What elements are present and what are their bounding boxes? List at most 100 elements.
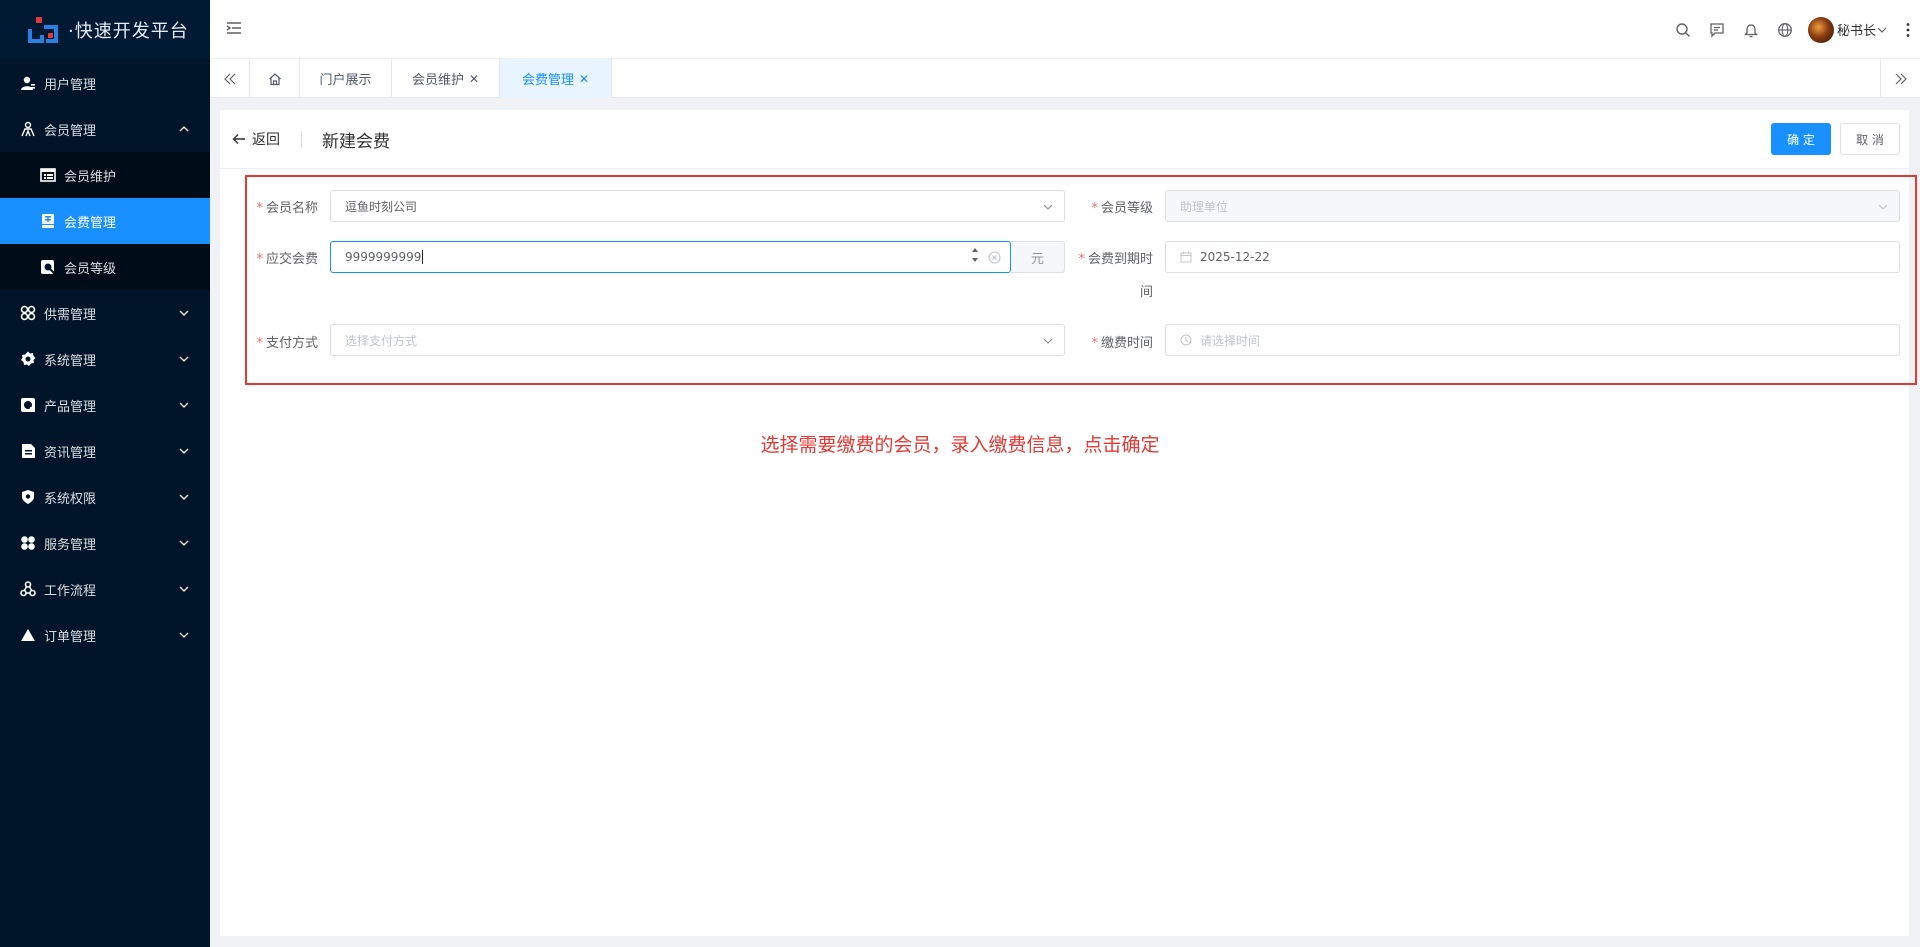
payment-method-label: * 支付方式 — [256, 336, 318, 351]
clock-icon — [1180, 334, 1192, 346]
tab-member-maintenance[interactable]: 会员维护 ✕ — [392, 59, 500, 98]
chevron-down-icon — [179, 402, 189, 408]
tab-label: 门户展示 — [319, 73, 372, 88]
service-icon — [20, 535, 36, 551]
sidebar-item-member-level[interactable]: 会员等级 — [0, 244, 210, 290]
member-name-value: 逗鱼时刻公司 — [345, 199, 418, 214]
globe-icon[interactable] — [1768, 0, 1802, 59]
sidebar-item-workflow[interactable]: 工作流程 — [0, 566, 210, 612]
sidebar-item-label: 供需管理 — [44, 307, 97, 323]
logo-text: ·快速开发平台 — [68, 20, 189, 42]
product-icon — [20, 397, 36, 413]
sidebar-item-supply-demand[interactable]: 供需管理 — [0, 290, 210, 336]
double-chevron-left-icon — [223, 73, 235, 84]
members-icon — [20, 121, 36, 137]
user-menu[interactable]: 秘书长 — [1807, 16, 1888, 43]
close-icon[interactable]: ✕ — [579, 72, 589, 86]
logo-icon — [26, 15, 62, 45]
member-level-select[interactable]: 助理单位 — [1165, 190, 1900, 222]
bell-icon[interactable] — [1734, 0, 1768, 59]
chevron-down-icon — [1043, 204, 1053, 210]
chevron-down-icon — [179, 356, 189, 362]
gear-icon — [20, 351, 36, 367]
payment-time-placeholder: 请选择时间 — [1200, 333, 1261, 348]
sidebar-item-label: 用户管理 — [44, 77, 97, 93]
expiry-label: * 会费到期时 — [1078, 252, 1153, 267]
sidebar-item-label: 产品管理 — [44, 399, 97, 415]
sidebar-item-permissions[interactable]: 系统权限 — [0, 474, 210, 520]
sidebar-item-member-maintenance[interactable]: 会员维护 — [0, 152, 210, 198]
workflow-icon — [20, 581, 36, 597]
tabs-bar: 门户展示 会员维护 ✕ 会费管理 ✕ — [210, 59, 1920, 98]
sidebar-item-products[interactable]: 产品管理 — [0, 382, 210, 428]
home-icon — [268, 72, 281, 85]
payment-method-select[interactable]: 选择支付方式 — [330, 324, 1065, 356]
expiry-date-picker[interactable]: 2025-12-22 — [1165, 241, 1900, 273]
grid-icon — [20, 305, 36, 321]
chevron-down-icon — [179, 494, 189, 500]
member-name-select[interactable]: 逗鱼时刻公司 — [330, 190, 1065, 222]
currency-unit: 元 — [1011, 241, 1065, 273]
chevron-down-icon — [179, 310, 189, 316]
chevron-down-icon — [1878, 204, 1888, 210]
tab-fee-management[interactable]: 会费管理 ✕ — [500, 59, 612, 98]
triangle-icon — [20, 627, 36, 643]
caret-down-icon[interactable] — [970, 255, 980, 265]
arrow-left-icon — [232, 134, 245, 144]
tabs-scroll-right-button[interactable] — [1880, 59, 1920, 98]
fee-due-input[interactable]: 9999999999 — [330, 241, 1011, 273]
sidebar-item-label: 系统管理 — [44, 353, 97, 369]
top-header: 秘书长 — [210, 0, 1920, 59]
payment-time-label: * 缴费时间 — [1091, 336, 1153, 351]
fee-due-value: 9999999999 — [345, 250, 422, 264]
sidebar-item-label: 会员管理 — [44, 123, 97, 139]
table-icon — [40, 167, 56, 183]
chevron-down-icon — [1877, 27, 1887, 33]
fee-icon — [40, 213, 56, 229]
caret-up-icon[interactable] — [970, 245, 980, 255]
tab-home[interactable] — [250, 59, 300, 98]
more-vertical-icon[interactable] — [1896, 22, 1920, 38]
back-button[interactable]: 返回 — [232, 129, 280, 149]
text-caret — [422, 250, 424, 264]
sidebar-item-users[interactable]: 用户管理 — [0, 60, 210, 106]
message-icon[interactable] — [1700, 0, 1734, 59]
sidebar-item-label: 会费管理 — [64, 215, 117, 231]
sidebar-item-members[interactable]: 会员管理 — [0, 106, 210, 152]
calendar-icon — [1180, 251, 1192, 263]
sidebar-item-label: 会员维护 — [64, 169, 117, 185]
tabs-scroll-left-button[interactable] — [210, 59, 250, 98]
number-stepper[interactable] — [970, 245, 980, 265]
close-icon[interactable]: ✕ — [469, 72, 479, 86]
tab-label: 会员维护 — [411, 73, 464, 88]
expiry-label-wrap: 间 — [1139, 285, 1153, 300]
header-actions: 秘书长 — [1666, 0, 1920, 59]
member-name-label: * 会员名称 — [256, 201, 318, 216]
payment-time-picker[interactable]: 请选择时间 — [1165, 324, 1900, 356]
chevron-down-icon — [1043, 338, 1053, 344]
search-icon[interactable] — [1666, 0, 1700, 59]
expiry-date-value: 2025-12-22 — [1200, 250, 1270, 264]
fee-due-label: * 应交会费 — [256, 252, 318, 267]
avatar — [1807, 16, 1834, 43]
clear-icon[interactable] — [988, 251, 1001, 264]
cancel-button[interactable]: 取 消 — [1840, 123, 1900, 155]
sidebar-item-label: 会员等级 — [64, 261, 117, 277]
member-level-label: * 会员等级 — [1091, 201, 1153, 216]
confirm-button[interactable]: 确 定 — [1771, 123, 1831, 155]
chevron-down-icon — [179, 586, 189, 592]
page-title: 新建会费 — [322, 132, 390, 152]
sidebar-item-services[interactable]: 服务管理 — [0, 520, 210, 566]
sidebar-item-system[interactable]: 系统管理 — [0, 336, 210, 382]
menu-fold-icon[interactable] — [226, 20, 242, 40]
level-icon — [40, 259, 56, 275]
tab-label: 会费管理 — [521, 73, 574, 88]
page-header: 返回 新建会费 确 定 取 消 — [220, 110, 1909, 169]
member-level-value: 助理单位 — [1180, 199, 1229, 214]
logo[interactable]: ·快速开发平台 — [0, 0, 210, 59]
sidebar-item-fee-management[interactable]: 会费管理 — [0, 198, 210, 244]
tab-portal[interactable]: 门户展示 — [300, 59, 392, 98]
sidebar-item-label: 工作流程 — [44, 583, 97, 599]
sidebar-item-orders[interactable]: 订单管理 — [0, 612, 210, 658]
chevron-up-icon — [179, 126, 189, 132]
